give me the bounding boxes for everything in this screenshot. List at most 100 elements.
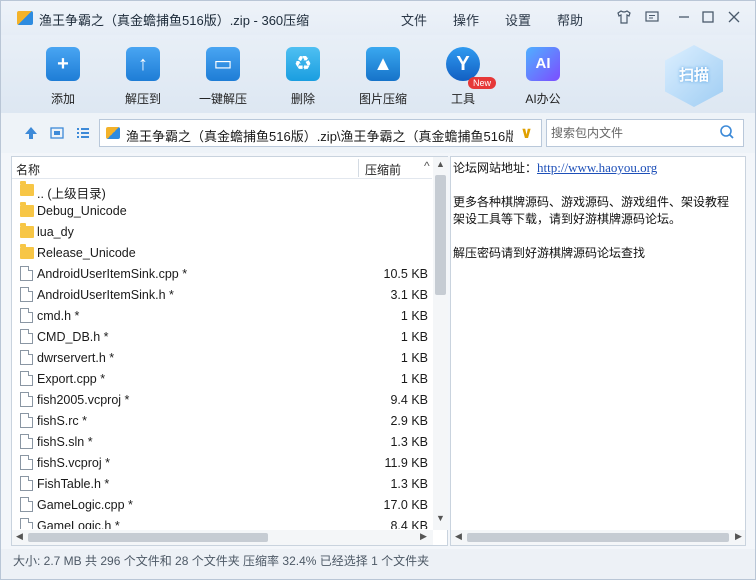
search-icon[interactable] <box>719 124 735 144</box>
scrollbar-thumb[interactable] <box>435 175 446 295</box>
file-name: GameLogic.cpp * <box>37 498 133 512</box>
chevron-up-icon[interactable]: ^ <box>424 159 430 173</box>
vertical-scrollbar[interactable]: ▲ ▼ <box>433 157 448 530</box>
file-icon <box>20 413 33 428</box>
horizontal-scrollbar[interactable]: ◀ ▶ <box>12 530 433 545</box>
folder-icon <box>20 181 34 196</box>
file-row[interactable]: AndroidUserItemSink.h * 3.1 KB <box>12 284 432 305</box>
scroll-left-icon[interactable]: ◀ <box>16 531 23 542</box>
folder-icon <box>20 202 34 217</box>
list-view-icon[interactable] <box>75 125 91 141</box>
scrollbar-thumb[interactable] <box>467 533 729 542</box>
title-bar: 渔王争霸之（真金蟾捕鱼516版）.zip - 360压缩 文件 操作 设置 帮助 <box>1 1 755 35</box>
tools-icon: Y <box>446 47 480 81</box>
search-box <box>546 119 744 147</box>
file-row[interactable]: GameLogic.h * 8.4 KB <box>12 515 432 529</box>
comment-text[interactable]: 论坛网站地址：http://www.haoyou.org 更多各种棋牌源码、游戏… <box>453 159 743 527</box>
scroll-left-icon[interactable]: ◀ <box>455 531 462 542</box>
delete-icon: ♻ <box>286 47 320 81</box>
one-click-extract-button[interactable]: ▭ 一键解压 <box>188 47 258 107</box>
file-name: AndroidUserItemSink.h * <box>37 288 174 302</box>
folder-icon <box>20 244 34 259</box>
shirt-icon[interactable] <box>615 9 633 27</box>
file-size: 1 KB <box>400 309 428 323</box>
file-row[interactable]: AndroidUserItemSink.cpp * 10.5 KB <box>12 263 432 284</box>
extract-to-button[interactable]: ↑ 解压到 <box>108 47 178 107</box>
scroll-right-icon[interactable]: ▶ <box>735 531 742 542</box>
file-name: lua_dy <box>37 225 74 239</box>
maximize-icon[interactable] <box>699 9 717 27</box>
file-name: FishTable.h * <box>37 477 110 491</box>
file-size: 8.4 KB <box>390 519 428 529</box>
file-row[interactable]: .. (上级目录) <box>12 179 432 201</box>
ai-office-button[interactable]: AI AI办公 <box>508 47 578 107</box>
file-row[interactable]: fish2005.vcproj * 9.4 KB <box>12 389 432 410</box>
file-size: 2.9 KB <box>390 414 428 428</box>
menu-operation[interactable]: 操作 <box>453 10 479 29</box>
search-input[interactable] <box>551 125 711 141</box>
column-name-header[interactable]: 名称 <box>16 161 40 178</box>
file-row[interactable]: GameLogic.cpp * 17.0 KB <box>12 494 432 515</box>
image-compress-icon: ▲ <box>366 47 400 81</box>
scroll-up-icon[interactable]: ▲ <box>433 159 448 169</box>
scrollbar-thumb[interactable] <box>28 533 268 542</box>
file-name: fishS.sln * <box>37 435 93 449</box>
delete-button[interactable]: ♻ 删除 <box>268 47 338 107</box>
image-compress-button[interactable]: ▲ 图片压缩 <box>348 47 418 107</box>
menu-help[interactable]: 帮助 <box>557 10 583 29</box>
thumbnail-view-icon[interactable] <box>49 125 65 141</box>
toolbar: + 添加 ↑ 解压到 ▭ 一键解压 ♻ 删除 ▲ 图片压缩 Y 工具 New A… <box>1 35 755 113</box>
one-click-extract-label: 一键解压 <box>198 92 247 106</box>
file-size: 11.9 KB <box>384 456 428 470</box>
file-row[interactable]: CMD_DB.h * 1 KB <box>12 326 432 347</box>
file-icon <box>20 371 33 386</box>
ai-office-label: AI办公 <box>525 92 561 106</box>
app-window: 渔王争霸之（真金蟾捕鱼516版）.zip - 360压缩 文件 操作 设置 帮助… <box>0 0 756 580</box>
path-box[interactable]: 渔王争霸之（真金蟾捕鱼516版）.zip\渔王争霸之（真金蟾捕鱼516版 ∨ <box>99 119 542 147</box>
column-divider <box>358 159 359 177</box>
file-name: fishS.rc * <box>37 414 88 428</box>
file-row[interactable]: Export.cpp * 1 KB <box>12 368 432 389</box>
file-size: 1 KB <box>400 330 428 344</box>
file-icon <box>20 455 33 470</box>
file-row[interactable]: lua_dy <box>12 221 432 242</box>
file-icon <box>20 392 33 407</box>
file-row[interactable]: Release_Unicode <box>12 242 432 263</box>
file-name: Release_Unicode <box>37 246 136 260</box>
file-icon <box>20 476 33 491</box>
scroll-right-icon[interactable]: ▶ <box>420 531 427 542</box>
minimize-icon[interactable] <box>675 9 693 27</box>
column-size-header[interactable]: 压缩前 <box>365 161 401 178</box>
close-icon[interactable] <box>725 9 743 27</box>
file-row[interactable]: cmd.h * 1 KB <box>12 305 432 326</box>
delete-label: 删除 <box>290 92 315 106</box>
file-row[interactable]: fishS.rc * 2.9 KB <box>12 410 432 431</box>
file-row[interactable]: dwrservert.h * 1 KB <box>12 347 432 368</box>
chevron-down-icon[interactable]: ∨ <box>520 123 533 143</box>
file-icon <box>20 308 33 323</box>
file-icon <box>20 350 33 365</box>
add-label: 添加 <box>50 92 75 106</box>
window-title: 渔王争霸之（真金蟾捕鱼516版）.zip - 360压缩 <box>39 13 310 28</box>
address-bar: 渔王争霸之（真金蟾捕鱼516版）.zip\渔王争霸之（真金蟾捕鱼516版 ∨ <box>1 113 755 153</box>
status-text: 大小: 2.7 MB 共 296 个文件和 28 个文件夹 压缩率 32.4% … <box>13 554 430 568</box>
file-row[interactable]: fishS.vcproj * 11.9 KB <box>12 452 432 473</box>
scroll-down-icon[interactable]: ▼ <box>433 513 448 523</box>
file-row[interactable]: Debug_Unicode <box>12 200 432 221</box>
up-level-icon[interactable] <box>23 125 39 141</box>
extract-to-icon: ↑ <box>126 47 160 81</box>
note-line: 更多各种棋牌源码、游戏源码、游戏组件、架设教程 <box>453 195 730 209</box>
file-icon <box>20 287 33 302</box>
file-row[interactable]: fishS.sln * 1.3 KB <box>12 431 432 452</box>
one-click-extract-icon: ▭ <box>206 47 240 81</box>
menu-file[interactable]: 文件 <box>401 10 427 29</box>
feedback-icon[interactable] <box>643 9 661 27</box>
file-name: GameLogic.h * <box>37 519 120 529</box>
comment-horizontal-scrollbar[interactable]: ◀ ▶ <box>451 530 745 545</box>
file-icon <box>20 497 33 512</box>
menu-settings[interactable]: 设置 <box>505 10 531 29</box>
website-link[interactable]: http://www.haoyou.org <box>537 160 657 175</box>
file-row[interactable]: FishTable.h * 1.3 KB <box>12 473 432 494</box>
add-button[interactable]: + 添加 <box>28 47 98 107</box>
file-icon <box>20 518 33 529</box>
